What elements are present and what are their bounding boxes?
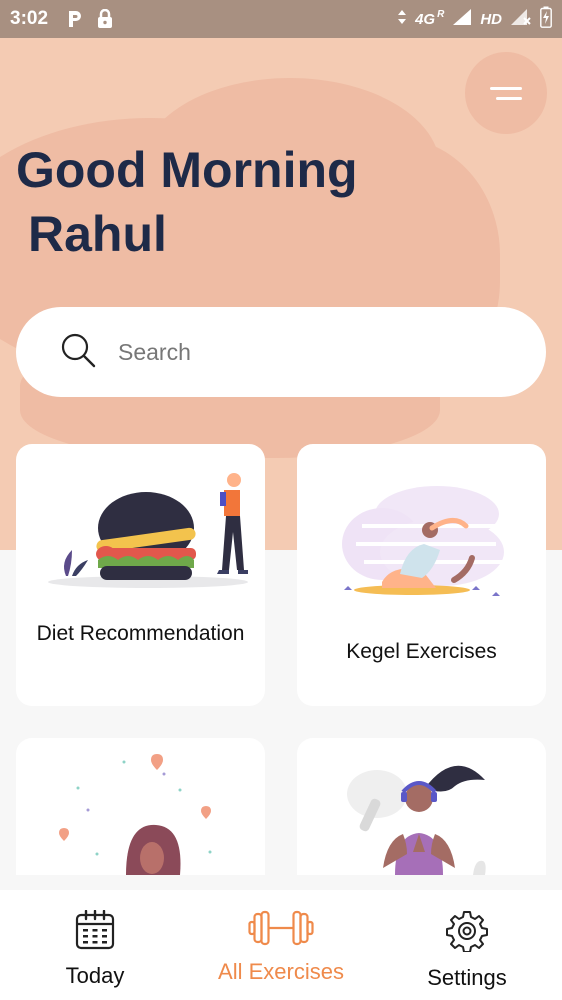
bottom-navigation: Today All Exercises Settings xyxy=(0,890,562,1000)
card-title: Kegel Exercises xyxy=(346,640,497,663)
search-bar[interactable] xyxy=(16,307,546,397)
search-input[interactable] xyxy=(118,338,498,366)
user-name: Rahul xyxy=(28,206,167,262)
kegel-illustration xyxy=(342,486,504,596)
diet-illustration xyxy=(48,473,248,588)
meditation-illustration xyxy=(59,754,212,875)
card-yoga[interactable] xyxy=(297,738,546,875)
menu-line xyxy=(496,96,522,100)
yoga-illustration xyxy=(347,765,486,875)
nav-all-exercises[interactable]: All Exercises xyxy=(216,890,346,1000)
dumbbell-icon xyxy=(248,910,314,951)
hd-indicator: HD xyxy=(480,10,502,28)
card-diet-recommendation[interactable]: Diet Recommendation xyxy=(16,444,265,706)
card-title: Diet Recommendation xyxy=(36,622,245,645)
signal-no-service-icon xyxy=(510,8,532,30)
lock-icon xyxy=(96,9,114,29)
nav-label: Today xyxy=(65,963,125,988)
parking-icon xyxy=(66,9,84,29)
status-time: 3:02 xyxy=(10,8,49,29)
menu-button[interactable] xyxy=(465,52,547,134)
greeting-text: Good Morning xyxy=(16,142,358,198)
nav-label: All Exercises xyxy=(218,959,344,984)
card-meditation[interactable] xyxy=(16,738,265,875)
card-kegel-exercises[interactable]: Kegel Exercises xyxy=(297,444,546,706)
greeting-heading: Good Morning Rahul xyxy=(16,138,358,266)
gear-icon xyxy=(446,910,488,957)
status-bar: 3:02 4G R HD xyxy=(0,0,562,38)
search-icon xyxy=(60,332,96,373)
nav-today[interactable]: Today xyxy=(30,890,160,1000)
data-arrows-icon xyxy=(397,9,407,29)
signal-icon xyxy=(452,8,472,30)
nav-label: Settings xyxy=(427,965,507,990)
calendar-icon xyxy=(75,909,115,955)
menu-line xyxy=(490,86,522,90)
battery-icon xyxy=(540,6,552,32)
nav-settings[interactable]: Settings xyxy=(402,890,532,1000)
network-type: 4G xyxy=(415,10,436,28)
roaming-indicator: R xyxy=(437,8,445,20)
